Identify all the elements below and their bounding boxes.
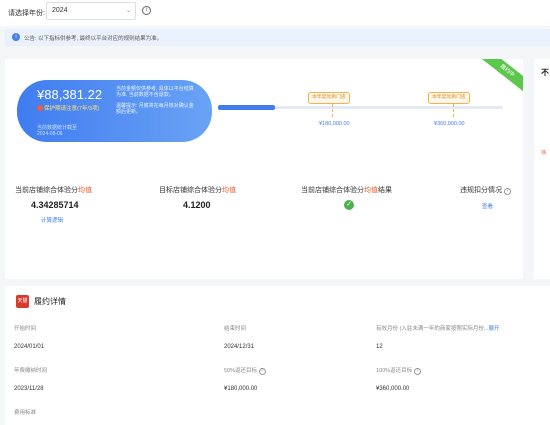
metric-current-avg-title: 当前店铺综合体验分均值 bbox=[15, 185, 92, 195]
info-icon[interactable]: i bbox=[142, 6, 151, 15]
metric-title-suffix: 结果 bbox=[378, 187, 392, 194]
metric-title-highlight: 均值 bbox=[364, 187, 378, 194]
warning-icon bbox=[37, 105, 43, 111]
chevron-down-icon: ⌄ bbox=[125, 8, 131, 14]
milestone-line-1 bbox=[332, 104, 333, 117]
fee-paid-time-label: 年费缴纳时间 bbox=[14, 368, 48, 374]
metric-title-highlight: 均值 bbox=[78, 187, 92, 194]
year-filter-label: 请选择年份: bbox=[8, 10, 45, 17]
side-rules-panel: 不 违 bbox=[534, 59, 550, 279]
help-icon[interactable]: ? bbox=[503, 188, 511, 195]
card-note-1: 当前金额仅供参考, 具体以平台结算为准, 当前数据不含退款。 bbox=[116, 86, 194, 99]
contract-detail-section: 天猫 履约详情 开始时间 2024/01/01 结束时间 2024/12/31 … bbox=[5, 286, 550, 425]
protection-warning: 保护期请注意(7年/3项) bbox=[37, 105, 123, 113]
end-time-label: 结束时间 bbox=[224, 326, 247, 332]
full-target-label: 100%返还目标 ? bbox=[376, 366, 421, 375]
metric-title-highlight: 均值 bbox=[222, 187, 236, 194]
progress-fill bbox=[218, 105, 275, 110]
expand-link[interactable]: 展开 bbox=[488, 326, 499, 332]
detail-title: 履约详情 bbox=[34, 297, 66, 306]
milestone-tag-1: 本年度优质门店 bbox=[308, 92, 350, 104]
valid-months-label: 有效月份 (入驻未满一年的商家按照实际月份...展开 bbox=[376, 324, 499, 332]
milestone-value-1: ¥180,000.00 bbox=[319, 121, 350, 127]
notice-text: 公告: 以下指标供参考, 最终以平台对应的规则结果为准。 bbox=[24, 36, 163, 42]
side-panel-title: 不 bbox=[541, 68, 549, 77]
card-note-2: 温馨提示: 月底将在每月核对确认金额后更新。 bbox=[116, 102, 194, 115]
calc-logic-link[interactable]: 计算逻辑 bbox=[41, 216, 63, 224]
protection-warning-text: 保护期请注意(7年/3项) bbox=[44, 106, 100, 112]
valid-months-value: 12 bbox=[376, 344, 383, 350]
end-time-value: 2024/12/31 bbox=[224, 344, 255, 350]
summary-card: ¥88,381.22 保护期请注意(7年/3项) 当前数据统计截至 2024-0… bbox=[17, 80, 212, 142]
fee-paid-time-value: 2023/11/28 bbox=[14, 386, 44, 392]
status-badge: 履约中 bbox=[481, 59, 523, 93]
milestone-line-2 bbox=[453, 104, 454, 117]
metric-title-text: 当前店铺综合体验分 bbox=[15, 187, 78, 194]
valid-months-label-text: 有效月份 (入驻未满一年的商家按照实际月份... bbox=[376, 326, 489, 332]
tmall-logo-icon: 天猫 bbox=[16, 295, 29, 308]
amount-value: ¥88,381.22 bbox=[37, 87, 103, 102]
stat-time-value: 2024-08-06 bbox=[37, 131, 63, 137]
start-time-value: 2024/01/01 bbox=[14, 344, 45, 350]
help-icon[interactable]: ? bbox=[413, 368, 421, 375]
contract-overview-panel: 履约中 ¥88,381.22 保护期请注意(7年/3项) 当前数据统计截至 20… bbox=[5, 59, 523, 279]
half-target-value: ¥180,000.00 bbox=[224, 386, 258, 392]
fee-standard-label: 费用标准 bbox=[14, 410, 37, 416]
milestone-tag-2: 本年度优质门店 bbox=[428, 92, 470, 104]
half-target-label-text: 50%返还目标 bbox=[224, 368, 258, 374]
card-notes: 当前金额仅供参考, 具体以平台结算为准, 当前数据不含退款。 温馨提示: 月底将… bbox=[116, 86, 196, 115]
year-select-value: 2024 bbox=[52, 7, 68, 14]
full-target-value: ¥360,000.00 bbox=[376, 386, 410, 392]
start-time-label: 开始时间 bbox=[14, 326, 37, 332]
metric-current-avg-value: 4.34285714 bbox=[31, 200, 79, 210]
help-icon[interactable]: ? bbox=[258, 368, 266, 375]
full-target-label-text: 100%返还目标 bbox=[376, 368, 413, 374]
milestone-value-2: ¥360,000.00 bbox=[434, 121, 465, 127]
half-target-label: 50%返还目标 ? bbox=[224, 366, 266, 375]
stat-time: 当前数据统计截至 2024-08-06 bbox=[37, 125, 77, 137]
info-filled-icon: i bbox=[12, 33, 20, 41]
check-icon: ✓ bbox=[344, 200, 354, 210]
metric-target-avg-title: 目标店铺综合体验分均值 bbox=[159, 185, 236, 195]
metric-violation-title: 违规扣分情况 ? bbox=[460, 185, 511, 195]
metric-title-text: 目标店铺综合体验分 bbox=[159, 187, 222, 194]
view-violation-link[interactable]: 查看 bbox=[482, 202, 493, 210]
year-select[interactable]: 2024 ⌄ bbox=[46, 2, 136, 20]
metric-title-text: 当前店铺综合体验分 bbox=[301, 187, 364, 194]
metric-target-avg-value: 4.1200 bbox=[183, 200, 211, 210]
metric-avg-result-title: 当前店铺综合体验分均值结果 bbox=[301, 185, 392, 195]
side-panel-red-text: 违 bbox=[541, 150, 547, 156]
metric-title-text: 违规扣分情况 bbox=[460, 187, 502, 194]
notice-bar: i 公告: 以下指标供参考, 最终以平台对应的规则结果为准。 bbox=[5, 29, 550, 46]
